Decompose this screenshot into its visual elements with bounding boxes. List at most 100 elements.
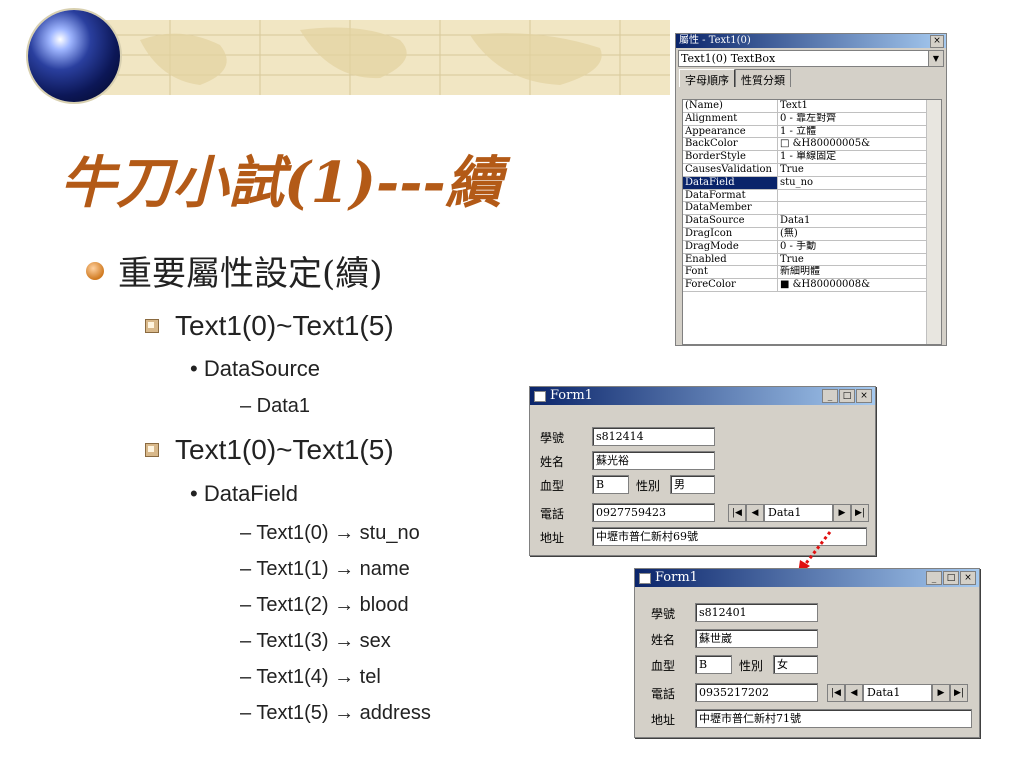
property-row[interactable]: Enabled True [683, 253, 941, 267]
label-tel: 電話 [651, 687, 676, 701]
data-control: |◀ ◀ Data1 ▶ ▶| [728, 504, 869, 522]
field-student-id[interactable]: s812401 [695, 603, 818, 622]
property-value[interactable]: True [778, 254, 941, 266]
property-row[interactable]: DragIcon (無) [683, 227, 941, 241]
first-record-button[interactable]: |◀ [827, 684, 845, 702]
property-row[interactable]: CausesValidation True [683, 163, 941, 177]
property-value[interactable]: 0 - 手動 [778, 241, 941, 253]
property-name: DataFormat [683, 189, 778, 202]
properties-titlebar[interactable]: 屬性 - Text1(0) × [676, 34, 946, 48]
property-row[interactable]: (Name) Text1 [683, 100, 941, 113]
property-value[interactable]: Data1 [778, 215, 941, 227]
field-blood[interactable]: B [695, 655, 732, 674]
property-name: DataField [683, 176, 778, 189]
property-name: Alignment [683, 112, 778, 125]
slide-title: 牛刀小試(1)---續 [60, 150, 502, 216]
property-value[interactable]: 新細明體 [778, 266, 941, 278]
field-blood[interactable]: B [592, 475, 629, 494]
property-name: BackColor [683, 138, 778, 151]
data-control-caption: Data1 [863, 684, 932, 702]
property-row[interactable]: DragMode 0 - 手動 [683, 240, 941, 254]
field-tel[interactable]: 0927759423 [592, 503, 715, 522]
form-titlebar[interactable]: Form1 _ □ × [635, 569, 979, 587]
property-value[interactable]: 0 - 靠左對齊 [778, 113, 941, 125]
property-value[interactable] [778, 190, 941, 202]
tab-categorized[interactable]: 性質分類 [735, 69, 791, 87]
round-bullet-icon [86, 261, 104, 280]
property-row[interactable]: Alignment 0 - 靠左對齊 [683, 112, 941, 126]
bullet-level1: 重要屬性設定(續) [86, 246, 383, 295]
form1-window-bottom: Form1 _ □ × 學號 s812401 姓名 蘇世崴 血型 B 性別 女 … [634, 568, 980, 738]
form-titlebar[interactable]: Form1 _ □ × [530, 387, 875, 405]
mapping-item: – Text1(4) → tel [240, 666, 381, 688]
globe-logo [28, 10, 120, 102]
property-row[interactable]: BackColor □ &H80000005& [683, 138, 941, 152]
property-value[interactable]: (無) [778, 228, 941, 240]
field-sex[interactable]: 女 [773, 655, 818, 674]
group1-property-text: DataSource [203, 356, 321, 381]
property-name: ForeColor [683, 279, 778, 291]
last-record-button[interactable]: ▶| [950, 684, 968, 702]
last-record-button[interactable]: ▶| [851, 504, 869, 522]
group2-property: • DataField [190, 481, 298, 506]
prev-record-button[interactable]: ◀ [746, 504, 764, 522]
field-name[interactable]: 蘇世崴 [695, 629, 818, 648]
property-value[interactable]: True [778, 164, 941, 176]
field-student-id[interactable]: s812414 [592, 427, 715, 446]
group1-header-text: Text1(0)~Text1(5) [175, 310, 394, 341]
group1-header: Text1(0)~Text1(5) [145, 310, 394, 342]
property-row[interactable]: DataField stu_no [683, 176, 941, 190]
property-value[interactable] [778, 202, 941, 214]
property-row[interactable]: Appearance 1 - 立體 [683, 125, 941, 139]
minimize-button[interactable]: _ [926, 571, 942, 585]
form-icon [639, 573, 651, 584]
close-button[interactable]: × [960, 571, 976, 585]
property-name: (Name) [683, 100, 778, 112]
property-value[interactable]: 1 - 立體 [778, 126, 941, 138]
mapping-item: – Text1(2) → blood [240, 594, 409, 616]
maximize-button[interactable]: □ [943, 571, 959, 585]
property-row[interactable]: Font 新細明體 [683, 266, 941, 280]
property-name: DataSource [683, 215, 778, 227]
object-selector[interactable]: Text1(0) TextBox ▼ [678, 50, 944, 67]
form-title: Form1 [655, 570, 698, 585]
group1-value: – Data1 [240, 395, 311, 417]
properties-window: 屬性 - Text1(0) × Text1(0) TextBox ▼ 字母順序 … [675, 33, 947, 346]
label-sex: 性別 [739, 659, 764, 673]
first-record-button[interactable]: |◀ [728, 504, 746, 522]
minimize-button[interactable]: _ [822, 389, 838, 403]
group2-header-text: Text1(0)~Text1(5) [175, 434, 394, 465]
property-name: DataMember [683, 202, 778, 215]
property-value[interactable]: ■ &H80000008& [778, 279, 941, 291]
field-address[interactable]: 中壢市普仁新村71號 [695, 709, 972, 728]
next-record-button[interactable]: ▶ [932, 684, 950, 702]
properties-title: 屬性 - Text1(0) [679, 35, 751, 46]
field-tel[interactable]: 0935217202 [695, 683, 818, 702]
label-tel: 電話 [540, 507, 565, 521]
property-row[interactable]: DataFormat [683, 189, 941, 203]
field-sex[interactable]: 男 [670, 475, 715, 494]
next-record-button[interactable]: ▶ [833, 504, 851, 522]
close-button[interactable]: × [856, 389, 872, 403]
properties-tabs: 字母順序 性質分類 [679, 69, 943, 87]
property-value[interactable]: Text1 [778, 100, 941, 112]
property-value[interactable]: □ &H80000005& [778, 138, 941, 150]
tab-alphabetic[interactable]: 字母順序 [679, 69, 735, 87]
property-name: Enabled [683, 253, 778, 266]
label-address: 地址 [651, 713, 676, 727]
property-row[interactable]: DataMember [683, 202, 941, 216]
property-name: Appearance [683, 125, 778, 138]
property-row[interactable]: BorderStyle 1 - 單線固定 [683, 151, 941, 164]
property-value[interactable]: stu_no [778, 176, 941, 189]
property-value[interactable]: 1 - 單線固定 [778, 151, 941, 163]
close-icon[interactable]: × [930, 35, 944, 48]
maximize-button[interactable]: □ [839, 389, 855, 403]
prev-record-button[interactable]: ◀ [845, 684, 863, 702]
field-name[interactable]: 蘇光裕 [592, 451, 715, 470]
scrollbar[interactable] [926, 100, 941, 344]
property-name: Font [683, 266, 778, 279]
property-row[interactable]: DataSource Data1 [683, 215, 941, 228]
mapping-item: – Text1(3) → sex [240, 630, 391, 652]
property-row[interactable]: ForeColor ■ &H80000008& [683, 279, 941, 292]
chevron-down-icon[interactable]: ▼ [928, 51, 943, 66]
